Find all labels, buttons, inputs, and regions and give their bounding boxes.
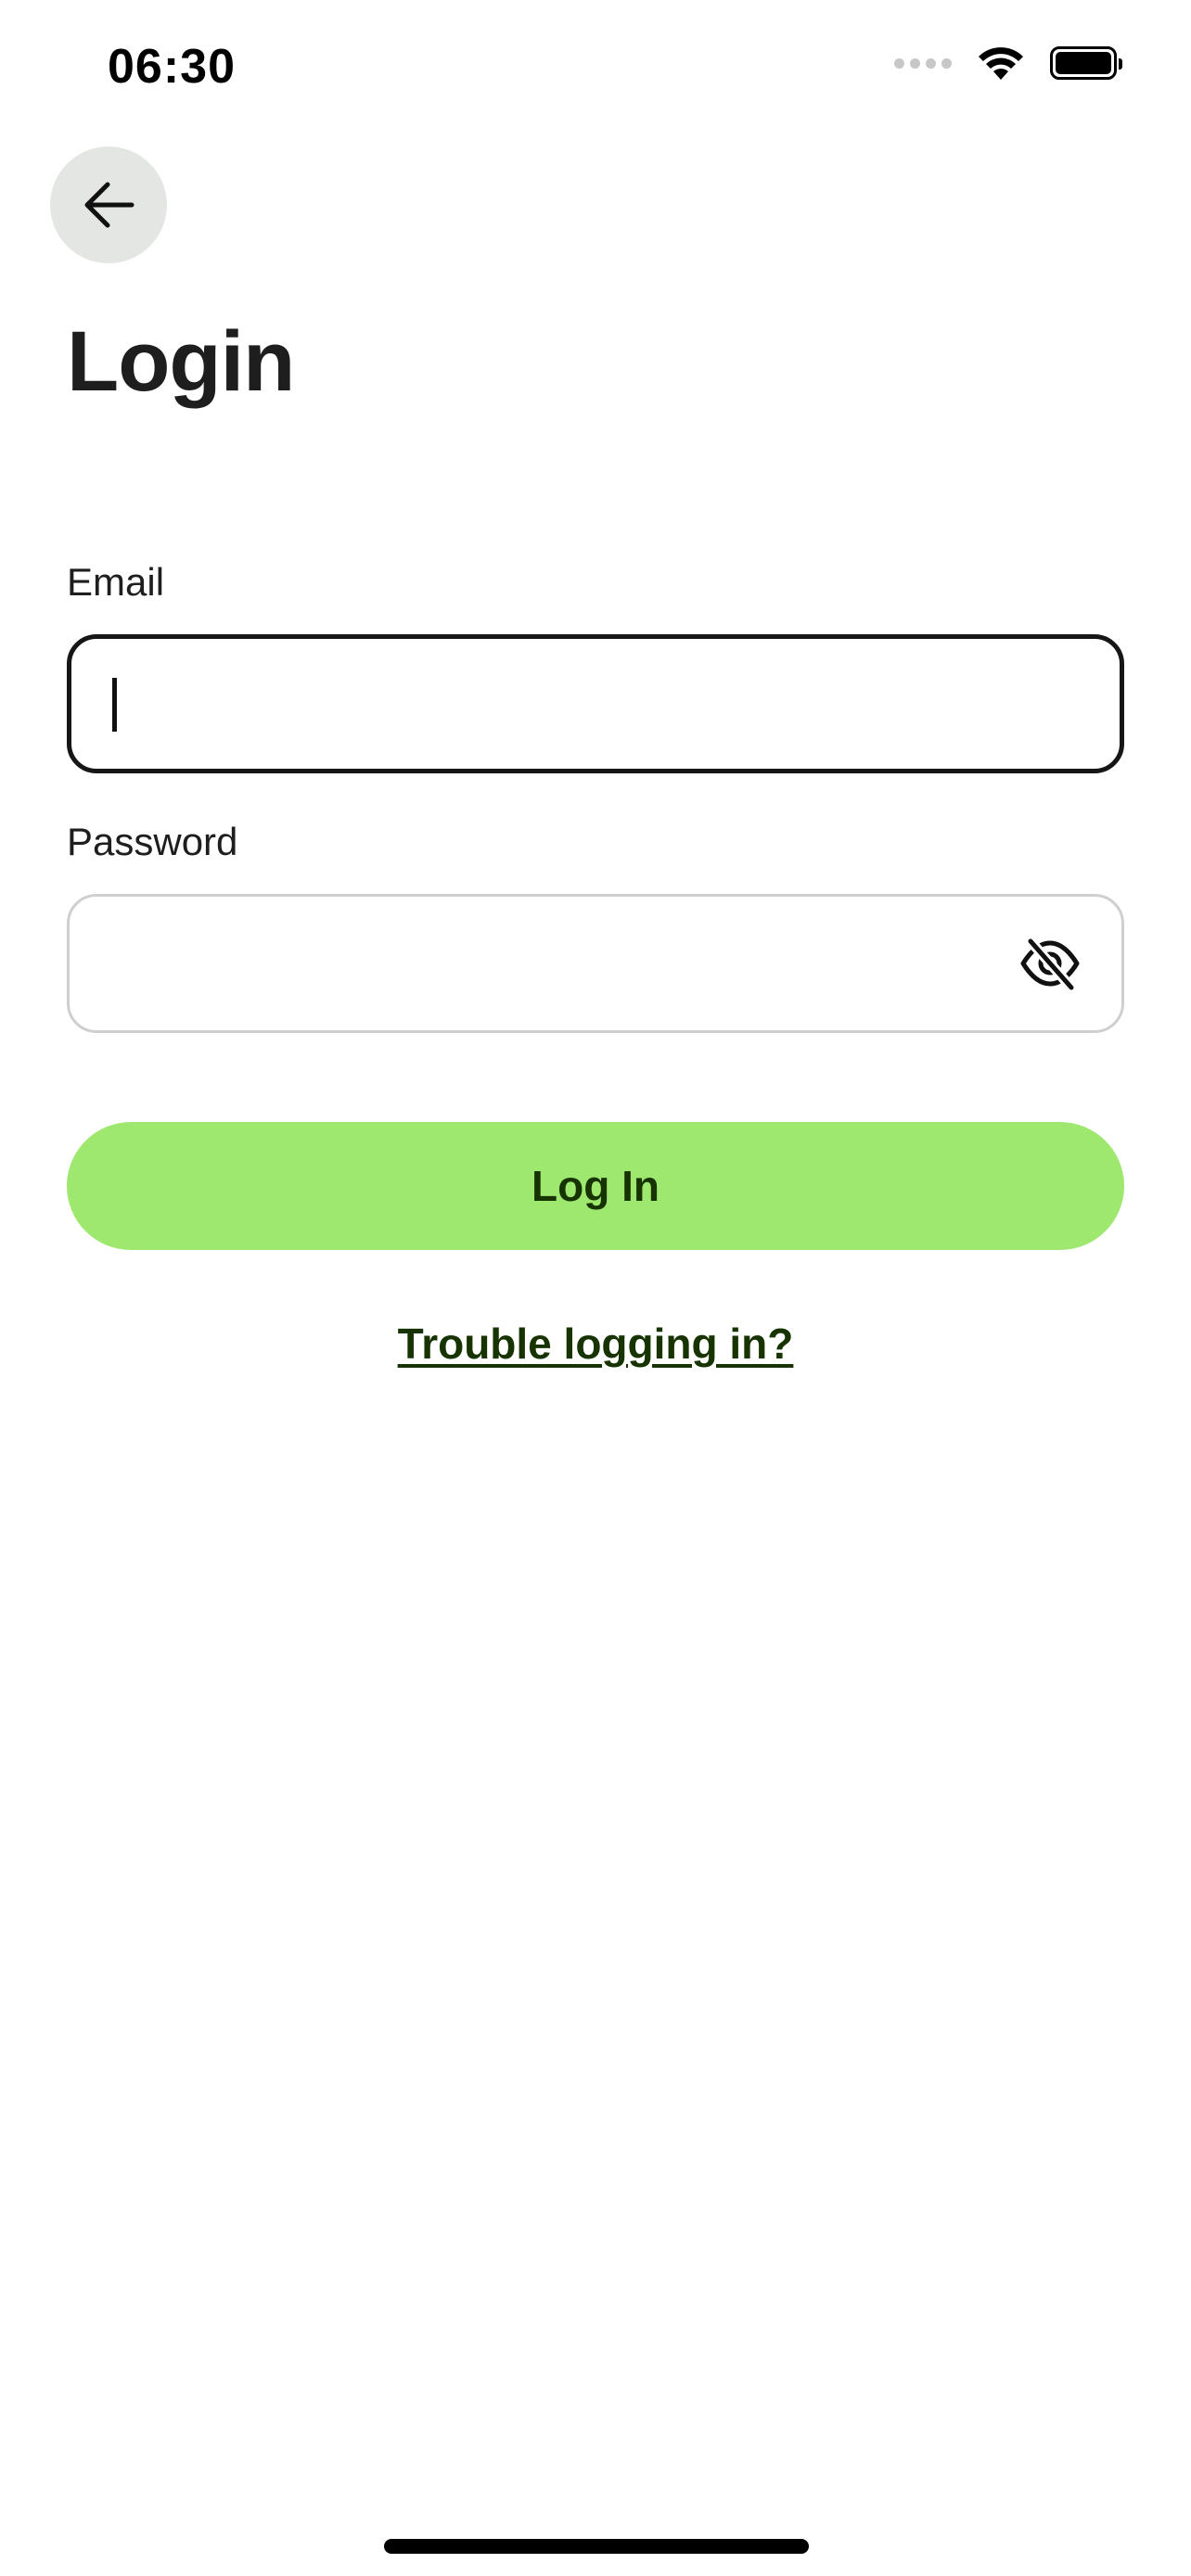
page-title: Login [67,314,295,409]
email-label: Email [67,560,165,604]
password-field[interactable] [67,894,1124,1033]
battery-icon [1050,46,1122,80]
arrow-left-icon [84,182,134,228]
password-label: Password [67,820,238,863]
eye-off-icon [1020,936,1080,991]
home-indicator[interactable] [384,2539,809,2554]
cellular-signal-icon [894,57,952,69]
status-time: 06:30 [108,40,236,94]
back-button[interactable] [50,147,167,263]
status-icons [894,45,1122,82]
trouble-logging-in-link-row: Trouble logging in? [0,1319,1191,1369]
email-input[interactable] [71,639,1120,769]
text-cursor [112,678,117,732]
show-password-toggle[interactable] [1019,936,1081,991]
trouble-logging-in-link[interactable]: Trouble logging in? [398,1320,794,1368]
login-button[interactable]: Log In [67,1122,1124,1250]
password-input[interactable] [70,897,1121,1030]
status-bar: 06:30 [0,0,1191,139]
wifi-icon [979,47,1023,80]
email-field[interactable] [67,634,1124,773]
